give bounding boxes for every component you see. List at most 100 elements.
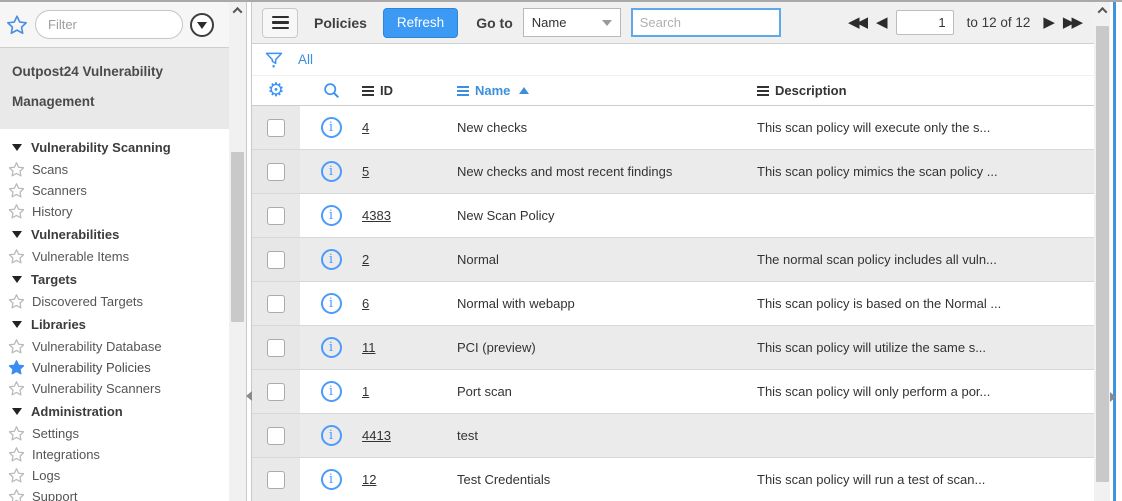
refresh-button[interactable]: Refresh (383, 8, 458, 38)
info-icon[interactable]: i (321, 469, 342, 490)
policy-id-link[interactable]: 6 (362, 296, 457, 311)
main-scrollbar[interactable] (1094, 2, 1110, 501)
row-checkbox[interactable] (267, 339, 285, 357)
sidebar-item-support[interactable]: Support (0, 486, 229, 501)
policy-id-link[interactable]: 11 (362, 340, 457, 355)
table-row: i 6 Normal with webapp This scan policy … (252, 282, 1094, 326)
info-icon[interactable]: i (321, 161, 342, 182)
panel-divider[interactable] (246, 2, 252, 501)
star-icon[interactable] (8, 488, 25, 501)
sidebar-item-logs[interactable]: Logs (0, 465, 229, 486)
sidebar-scrollbar-thumb[interactable] (231, 152, 244, 322)
collapse-right-icon[interactable] (1110, 392, 1116, 402)
info-icon[interactable]: i (321, 205, 342, 226)
policy-name: New Scan Policy (457, 208, 757, 223)
row-checkbox[interactable] (267, 163, 285, 181)
star-icon[interactable] (8, 425, 25, 442)
star-icon[interactable] (8, 248, 25, 265)
star-icon[interactable] (8, 203, 25, 220)
goto-field-select[interactable]: Name (523, 8, 621, 37)
prev-page-icon[interactable]: ◀ (876, 15, 885, 30)
sidebar-item-settings[interactable]: Settings (0, 423, 229, 444)
table-header: ⚙ ID Name Description (252, 76, 1094, 106)
column-menu-icon (757, 86, 769, 96)
sidebar-dropdown-button[interactable] (190, 13, 214, 37)
row-checkbox[interactable] (267, 383, 285, 401)
info-icon[interactable]: i (321, 425, 342, 446)
star-icon[interactable] (8, 182, 25, 199)
info-icon[interactable]: i (321, 381, 342, 402)
sidebar-group-vulnerability-scanning[interactable]: Vulnerability Scanning (0, 135, 229, 159)
sidebar-scrollbar[interactable] (229, 2, 246, 501)
table-row: i 1 Port scan This scan policy will only… (252, 370, 1094, 414)
star-icon[interactable] (8, 467, 25, 484)
sidebar-group-targets[interactable]: Targets (0, 267, 229, 291)
scroll-up-icon[interactable] (1094, 2, 1110, 19)
search-input[interactable] (631, 8, 781, 37)
info-icon[interactable]: i (321, 249, 342, 270)
filter-all-link[interactable]: All (298, 52, 313, 67)
column-header-description[interactable]: Description (757, 83, 1094, 98)
star-icon[interactable] (8, 359, 25, 376)
sidebar-item-scans[interactable]: Scans (0, 159, 229, 180)
favorites-star-icon[interactable] (6, 14, 28, 36)
sidebar-item-vulnerability-policies[interactable]: Vulnerability Policies (0, 357, 229, 378)
row-checkbox[interactable] (267, 207, 285, 225)
hamburger-icon (272, 16, 289, 19)
policy-name: Port scan (457, 384, 757, 399)
last-page-icon[interactable]: ▶▶ (1063, 15, 1080, 30)
column-header-id[interactable]: ID (362, 83, 457, 98)
row-checkbox[interactable] (267, 295, 285, 313)
sidebar-filter-input[interactable] (35, 10, 183, 39)
policy-description: The normal scan policy includes all vuln… (757, 252, 1094, 267)
filter-funnel-icon[interactable] (264, 50, 284, 70)
main-scrollbar-thumb[interactable] (1096, 26, 1109, 482)
search-icon[interactable] (323, 82, 340, 99)
policy-description: This scan policy will run a test of scan… (757, 472, 1094, 487)
window-border (1113, 2, 1116, 501)
sidebar-item-vulnerable-items[interactable]: Vulnerable Items (0, 246, 229, 267)
sidebar-item-discovered-targets[interactable]: Discovered Targets (0, 291, 229, 312)
sidebar-item-history[interactable]: History (0, 201, 229, 222)
table-row: i 4413 test (252, 414, 1094, 458)
policy-id-link[interactable]: 4383 (362, 208, 457, 223)
sidebar-item-vulnerability-database[interactable]: Vulnerability Database (0, 336, 229, 357)
sidebar-item-vulnerability-scanners[interactable]: Vulnerability Scanners (0, 378, 229, 399)
policy-id-link[interactable]: 2 (362, 252, 457, 267)
star-icon[interactable] (8, 161, 25, 178)
policy-name: PCI (preview) (457, 340, 757, 355)
first-page-icon[interactable]: ◀◀ (848, 15, 865, 30)
info-icon[interactable]: i (321, 117, 342, 138)
goto-selected-value: Name (532, 15, 567, 30)
collapse-left-icon[interactable] (246, 391, 252, 401)
gear-icon[interactable]: ⚙ (267, 81, 284, 100)
row-checkbox[interactable] (267, 251, 285, 269)
row-checkbox[interactable] (267, 119, 285, 137)
info-icon[interactable]: i (321, 293, 342, 314)
menu-button[interactable] (262, 8, 298, 38)
info-icon[interactable]: i (321, 337, 342, 358)
star-icon[interactable] (8, 293, 25, 310)
sidebar-item-integrations[interactable]: Integrations (0, 444, 229, 465)
star-icon[interactable] (8, 380, 25, 397)
table-row: i 11 PCI (preview) This scan policy will… (252, 326, 1094, 370)
star-icon[interactable] (8, 338, 25, 355)
sidebar-group-vulnerabilities[interactable]: Vulnerabilities (0, 222, 229, 246)
page-number-input[interactable] (896, 10, 954, 35)
policy-id-link[interactable]: 4 (362, 120, 457, 135)
sidebar-item-scanners[interactable]: Scanners (0, 180, 229, 201)
star-icon[interactable] (8, 446, 25, 463)
sidebar-filter-bar (0, 2, 229, 48)
scroll-up-icon[interactable] (229, 2, 246, 19)
row-checkbox[interactable] (267, 471, 285, 489)
sidebar-group-administration[interactable]: Administration (0, 399, 229, 423)
policy-id-link[interactable]: 1 (362, 384, 457, 399)
policy-id-link[interactable]: 5 (362, 164, 457, 179)
policy-name: Normal with webapp (457, 296, 757, 311)
sidebar-group-libraries[interactable]: Libraries (0, 312, 229, 336)
row-checkbox[interactable] (267, 427, 285, 445)
policy-id-link[interactable]: 12 (362, 472, 457, 487)
column-header-name[interactable]: Name (457, 83, 757, 98)
policy-id-link[interactable]: 4413 (362, 428, 457, 443)
next-page-icon[interactable]: ▶ (1043, 15, 1052, 30)
